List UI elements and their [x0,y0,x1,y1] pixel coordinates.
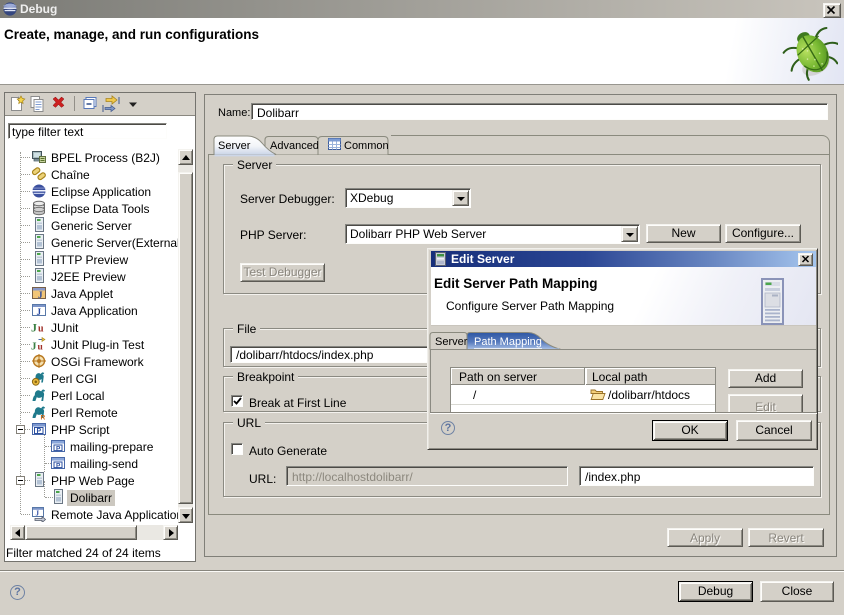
svg-text:P: P [56,462,61,469]
svg-text:J: J [38,290,43,300]
svg-text:u: u [38,343,44,353]
svg-text:J: J [31,321,37,335]
svg-text:R: R [41,415,46,421]
svg-text:u: u [38,324,44,335]
svg-text:J: J [36,510,40,518]
svg-text:P: P [56,445,61,452]
svg-text:J: J [31,341,37,353]
svg-text:J: J [37,307,42,317]
svg-text:P: P [37,428,42,435]
